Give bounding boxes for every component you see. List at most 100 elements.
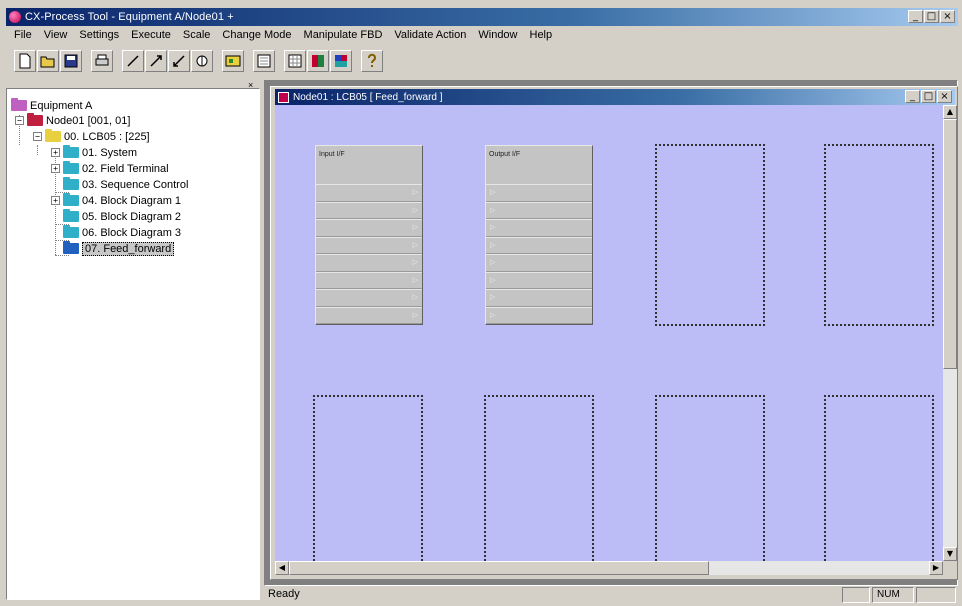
vertical-scroll-thumb[interactable] <box>943 119 957 369</box>
app-icon <box>9 11 21 23</box>
folder-open-icon <box>63 241 79 254</box>
input-terminal[interactable]: ▷ <box>316 306 422 324</box>
block-title: Output I/F <box>489 151 521 158</box>
tree-root[interactable]: Equipment A <box>11 98 92 113</box>
status-bar: Ready NUM <box>6 586 958 604</box>
child-close-button[interactable]: × <box>937 90 952 103</box>
tree-item-label: 05. Block Diagram 2 <box>82 210 182 223</box>
input-terminal[interactable]: ▷ <box>316 201 422 219</box>
tree-node-node01[interactable]: − Node01 [001, 01] <box>15 113 130 128</box>
input-terminal[interactable]: ▷ <box>316 289 422 307</box>
folder-icon <box>63 177 79 190</box>
project-tree: Equipment A − Node01 [001, 01] − 00. LCB… <box>6 88 260 600</box>
expand-icon[interactable]: + <box>51 148 60 157</box>
wire-icon[interactable] <box>122 50 144 72</box>
menu-settings[interactable]: Settings <box>73 27 125 43</box>
child-maximize-button[interactable]: □ <box>921 90 936 103</box>
menu-file[interactable]: File <box>8 27 38 43</box>
wire-icon[interactable] <box>168 50 190 72</box>
input-terminal[interactable]: ▷ <box>316 236 422 254</box>
tree-item-block-diagram-3[interactable]: 06. Block Diagram 3 <box>63 225 181 240</box>
scroll-right-icon[interactable]: ▶ <box>929 561 943 575</box>
empty-block-slot[interactable] <box>824 144 934 326</box>
fbd-child-window: Node01 : LCB05 [ Feed_forward ] _ □ × In… <box>270 86 958 580</box>
maximize-button[interactable]: □ <box>924 10 939 23</box>
collapse-icon[interactable]: − <box>15 116 24 125</box>
tree-item-block-diagram-2[interactable]: 05. Block Diagram 2 <box>63 209 181 224</box>
print-icon[interactable] <box>91 50 113 72</box>
menu-bar: File View Settings Execute Scale Change … <box>8 27 558 43</box>
horizontal-scrollbar[interactable]: ◀ ▶ <box>275 561 943 575</box>
tag-icon[interactable] <box>191 50 213 72</box>
output-terminal[interactable]: ▷ <box>486 219 592 237</box>
tree-item-feed-forward[interactable]: 07. Feed_forward <box>63 241 175 256</box>
folder-icon <box>11 98 27 111</box>
tree-lcb-label: 00. LCB05 : [225] <box>64 130 150 143</box>
output-terminal[interactable]: ▷ <box>486 289 592 307</box>
tree-item-label: 06. Block Diagram 3 <box>82 226 182 239</box>
block-icon[interactable] <box>222 50 244 72</box>
horizontal-scroll-thumb[interactable] <box>289 561 709 575</box>
menu-execute[interactable]: Execute <box>125 27 177 43</box>
output-terminal[interactable]: ▷ <box>486 306 592 324</box>
output-terminal[interactable]: ▷ <box>486 271 592 289</box>
tree-item-sequence-control[interactable]: 03. Sequence Control <box>63 177 188 192</box>
folder-icon <box>63 145 79 158</box>
save-icon[interactable] <box>60 50 82 72</box>
empty-block-slot[interactable] <box>655 395 765 561</box>
menu-view[interactable]: View <box>38 27 74 43</box>
color-icon[interactable] <box>330 50 352 72</box>
input-terminal[interactable]: ▷ <box>316 219 422 237</box>
color-icon[interactable] <box>307 50 329 72</box>
minimize-button[interactable]: _ <box>908 10 923 23</box>
menu-window[interactable]: Window <box>472 27 523 43</box>
output-terminal[interactable]: ▷ <box>486 201 592 219</box>
close-button[interactable]: × <box>940 10 955 23</box>
help-icon[interactable] <box>361 50 383 72</box>
empty-block-slot[interactable] <box>484 395 594 561</box>
tree-item-field-terminal[interactable]: + 02. Field Terminal <box>51 161 169 176</box>
menu-scale[interactable]: Scale <box>177 27 217 43</box>
tree-item-label: 01. System <box>82 146 138 159</box>
vertical-scrollbar[interactable]: ▲ ▼ <box>943 105 957 561</box>
app-title-bar: CX-Process Tool - Equipment A/Node01 + _… <box>6 8 958 26</box>
scroll-down-icon[interactable]: ▼ <box>943 547 957 561</box>
expand-icon[interactable]: + <box>51 164 60 173</box>
num-lock-indicator: NUM <box>872 587 914 603</box>
tree-item-system[interactable]: + 01. System <box>51 145 137 160</box>
input-interface-block[interactable]: Input I/F ▷ ▷ ▷ ▷ ▷ ▷ ▷ ▷ <box>315 145 423 325</box>
empty-block-slot[interactable] <box>313 395 423 561</box>
wire-icon[interactable] <box>145 50 167 72</box>
output-terminal[interactable]: ▷ <box>486 236 592 254</box>
collapse-icon[interactable]: − <box>33 132 42 141</box>
child-window-title: Node01 : LCB05 [ Feed_forward ] <box>293 91 443 103</box>
fbd-canvas[interactable]: Input I/F ▷ ▷ ▷ ▷ ▷ ▷ ▷ ▷ Output I/F ▷ ▷… <box>275 105 943 561</box>
menu-change-mode[interactable]: Change Mode <box>216 27 297 43</box>
toolbar <box>14 48 384 74</box>
folder-icon <box>45 129 61 142</box>
output-terminal[interactable]: ▷ <box>486 254 592 272</box>
tree-item-block-diagram-1[interactable]: + 04. Block Diagram 1 <box>51 193 181 208</box>
output-interface-block[interactable]: Output I/F ▷ ▷ ▷ ▷ ▷ ▷ ▷ ▷ <box>485 145 593 325</box>
scroll-left-icon[interactable]: ◀ <box>275 561 289 575</box>
list-icon[interactable] <box>253 50 275 72</box>
tree-node-lcb[interactable]: − 00. LCB05 : [225] <box>33 129 150 144</box>
folder-icon <box>63 225 79 238</box>
input-terminal[interactable]: ▷ <box>316 271 422 289</box>
expand-icon[interactable]: + <box>51 196 60 205</box>
empty-block-slot[interactable] <box>655 144 765 326</box>
menu-manipulate-fbd[interactable]: Manipulate FBD <box>298 27 389 43</box>
output-terminal[interactable]: ▷ <box>486 184 592 202</box>
grid-icon[interactable] <box>284 50 306 72</box>
input-terminal[interactable]: ▷ <box>316 184 422 202</box>
folder-icon <box>63 193 79 206</box>
empty-block-slot[interactable] <box>824 395 934 561</box>
new-icon[interactable] <box>14 50 36 72</box>
child-minimize-button[interactable]: _ <box>905 90 920 103</box>
menu-help[interactable]: Help <box>524 27 559 43</box>
open-icon[interactable] <box>37 50 59 72</box>
menu-validate-action[interactable]: Validate Action <box>388 27 472 43</box>
scroll-up-icon[interactable]: ▲ <box>943 105 957 119</box>
tree-item-label: 03. Sequence Control <box>82 178 189 191</box>
input-terminal[interactable]: ▷ <box>316 254 422 272</box>
